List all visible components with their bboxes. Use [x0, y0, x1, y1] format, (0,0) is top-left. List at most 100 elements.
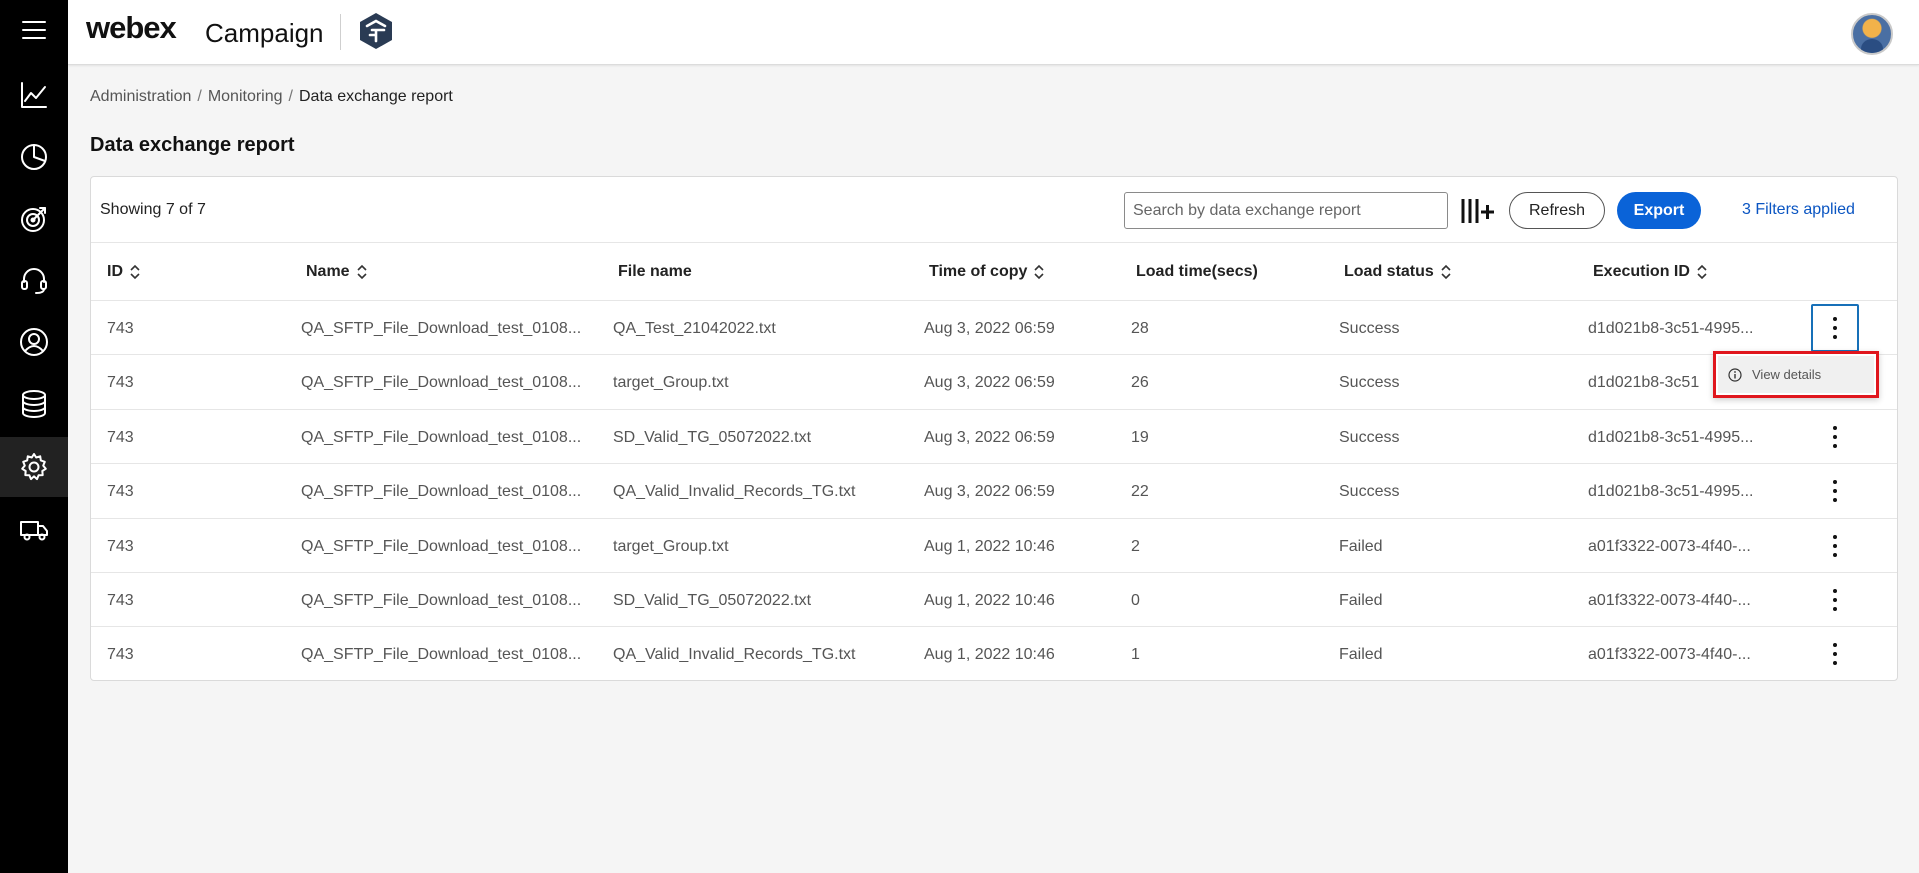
column-header-time-of-copy[interactable]: Time of copy	[929, 263, 1045, 281]
breadcrumb-separator: /	[288, 88, 293, 105]
column-header-label: File name	[618, 263, 692, 280]
cell-execution-id: d1d021b8-3c51-4995...	[1588, 483, 1754, 501]
sort-icon[interactable]	[1033, 263, 1045, 281]
cell-name: QA_SFTP_File_Download_test_0108...	[301, 483, 582, 501]
cell-load-status: Success	[1339, 428, 1400, 446]
user-icon[interactable]	[0, 312, 68, 372]
column-header-label: Execution ID	[1593, 263, 1690, 280]
brand-divider	[340, 14, 341, 50]
cell-execution-id: a01f3322-0073-4f40-...	[1588, 646, 1751, 664]
view-details-menu-item[interactable]: View details	[1718, 356, 1874, 393]
cell-time-of-copy: Aug 3, 2022 06:59	[924, 320, 1055, 337]
breadcrumb-administration[interactable]: Administration	[90, 88, 191, 106]
table-row: 743 QA_SFTP_File_Download_test_0108... S…	[91, 573, 1897, 628]
column-header-name[interactable]: Name	[306, 263, 368, 281]
column-header-label: Load time(secs)	[1136, 263, 1258, 280]
table-toolbar: Showing 7 of 7 Refresh Export 3 Filters …	[91, 177, 1897, 243]
cell-file-name: target_Group.txt	[613, 537, 729, 555]
sort-icon[interactable]	[1440, 263, 1452, 281]
cell-file-name: target_Group.txt	[613, 374, 729, 392]
column-header-label: Load status	[1344, 263, 1434, 280]
column-header-file-name: File name	[618, 263, 692, 281]
sort-icon[interactable]	[1696, 263, 1708, 281]
cell-load-status: Success	[1339, 320, 1400, 337]
cell-load-status: Failed	[1339, 537, 1383, 555]
cell-file-name: SD_Valid_TG_05072022.txt	[613, 428, 812, 446]
cell-file-name: SD_Valid_TG_05072022.txt	[613, 591, 812, 609]
refresh-button[interactable]: Refresh	[1509, 192, 1605, 229]
cell-id: 743	[107, 374, 134, 392]
product-logo-icon	[360, 13, 392, 49]
showing-count: Showing 7 of 7	[100, 201, 206, 218]
table-row: 743 QA_SFTP_File_Download_test_0108... Q…	[91, 301, 1897, 356]
cell-load-status: Success	[1339, 483, 1400, 501]
cell-execution-id: d1d021b8-3c51	[1588, 374, 1700, 392]
table-header: ID Name File name Time of copy Load time…	[91, 243, 1897, 301]
sort-icon[interactable]	[129, 263, 141, 281]
target-icon[interactable]	[0, 189, 68, 249]
table-row: 743 QA_SFTP_File_Download_test_0108... t…	[91, 355, 1897, 410]
report-panel: Showing 7 of 7 Refresh Export 3 Filters …	[90, 176, 1898, 681]
cell-load-status: Failed	[1339, 646, 1383, 664]
column-header-execution-id[interactable]: Execution ID	[1593, 263, 1708, 281]
product-name: Campaign	[205, 18, 324, 48]
column-header-label: Time of copy	[929, 263, 1028, 280]
breadcrumb-current: Data exchange report	[298, 88, 453, 105]
cell-name: QA_SFTP_File_Download_test_0108...	[301, 320, 582, 337]
info-icon	[1728, 367, 1742, 382]
row-actions-icon[interactable]	[1811, 304, 1859, 352]
column-header-label: ID	[107, 263, 123, 280]
filters-applied-link[interactable]: 3 Filters applied	[1742, 201, 1855, 219]
export-button[interactable]: Export	[1617, 192, 1701, 229]
row-actions-icon[interactable]	[1811, 522, 1859, 570]
breadcrumb-separator: /	[197, 88, 202, 105]
cell-file-name: QA_Valid_Invalid_Records_TG.txt	[613, 646, 856, 664]
cell-load-time: 22	[1131, 483, 1149, 501]
cell-name: QA_SFTP_File_Download_test_0108...	[301, 591, 582, 609]
top-header: webex Campaign	[68, 0, 1919, 65]
row-actions-icon[interactable]	[1811, 467, 1859, 515]
breadcrumb-monitoring[interactable]: Monitoring	[208, 88, 283, 106]
table-row: 743 QA_SFTP_File_Download_test_0108... t…	[91, 519, 1897, 573]
add-column-icon[interactable]	[1459, 195, 1495, 227]
left-nav	[0, 0, 68, 873]
cell-id: 743	[107, 428, 134, 446]
cell-id: 743	[107, 320, 134, 337]
cell-name: QA_SFTP_File_Download_test_0108...	[301, 537, 582, 555]
cell-id: 743	[107, 483, 134, 501]
cell-execution-id: d1d021b8-3c51-4995...	[1588, 320, 1754, 337]
column-header-label: Name	[306, 263, 350, 280]
cell-time-of-copy: Aug 1, 2022 10:46	[924, 646, 1055, 664]
avatar[interactable]	[1851, 13, 1893, 55]
cell-load-time: 19	[1131, 428, 1149, 446]
cell-load-time: 2	[1131, 537, 1140, 555]
pie-chart-icon[interactable]	[0, 127, 68, 187]
page-title: Data exchange report	[90, 134, 295, 156]
menu-icon[interactable]	[0, 0, 68, 60]
cell-load-time: 28	[1131, 320, 1149, 337]
cell-load-time: 1	[1131, 646, 1140, 664]
search-input[interactable]	[1124, 192, 1448, 229]
database-icon[interactable]	[0, 374, 68, 434]
sort-icon[interactable]	[356, 263, 368, 281]
table-row: 743 QA_SFTP_File_Download_test_0108... Q…	[91, 464, 1897, 519]
row-actions-icon[interactable]	[1811, 630, 1859, 678]
cell-file-name: QA_Test_21042022.txt	[613, 320, 776, 337]
delivery-truck-icon[interactable]	[0, 499, 68, 559]
cell-id: 743	[107, 537, 134, 555]
column-header-load-status[interactable]: Load status	[1344, 263, 1452, 281]
headset-icon[interactable]	[0, 250, 68, 310]
table-body: 743 QA_SFTP_File_Download_test_0108... Q…	[91, 301, 1897, 682]
breadcrumb: Administration / Monitoring / Data excha…	[90, 88, 453, 106]
column-header-id[interactable]: ID	[107, 263, 141, 281]
row-actions-icon[interactable]	[1811, 413, 1859, 461]
column-header-load-time: Load time(secs)	[1136, 263, 1258, 281]
view-details-label: View details	[1752, 367, 1822, 382]
cell-load-time: 0	[1131, 591, 1140, 609]
brand-name: webex	[86, 10, 177, 45]
table-row: 743 QA_SFTP_File_Download_test_0108... Q…	[91, 627, 1897, 681]
cell-execution-id: a01f3322-0073-4f40-...	[1588, 591, 1751, 609]
row-actions-icon[interactable]	[1811, 576, 1859, 624]
analytics-icon[interactable]	[0, 65, 68, 125]
settings-icon[interactable]	[0, 437, 68, 497]
